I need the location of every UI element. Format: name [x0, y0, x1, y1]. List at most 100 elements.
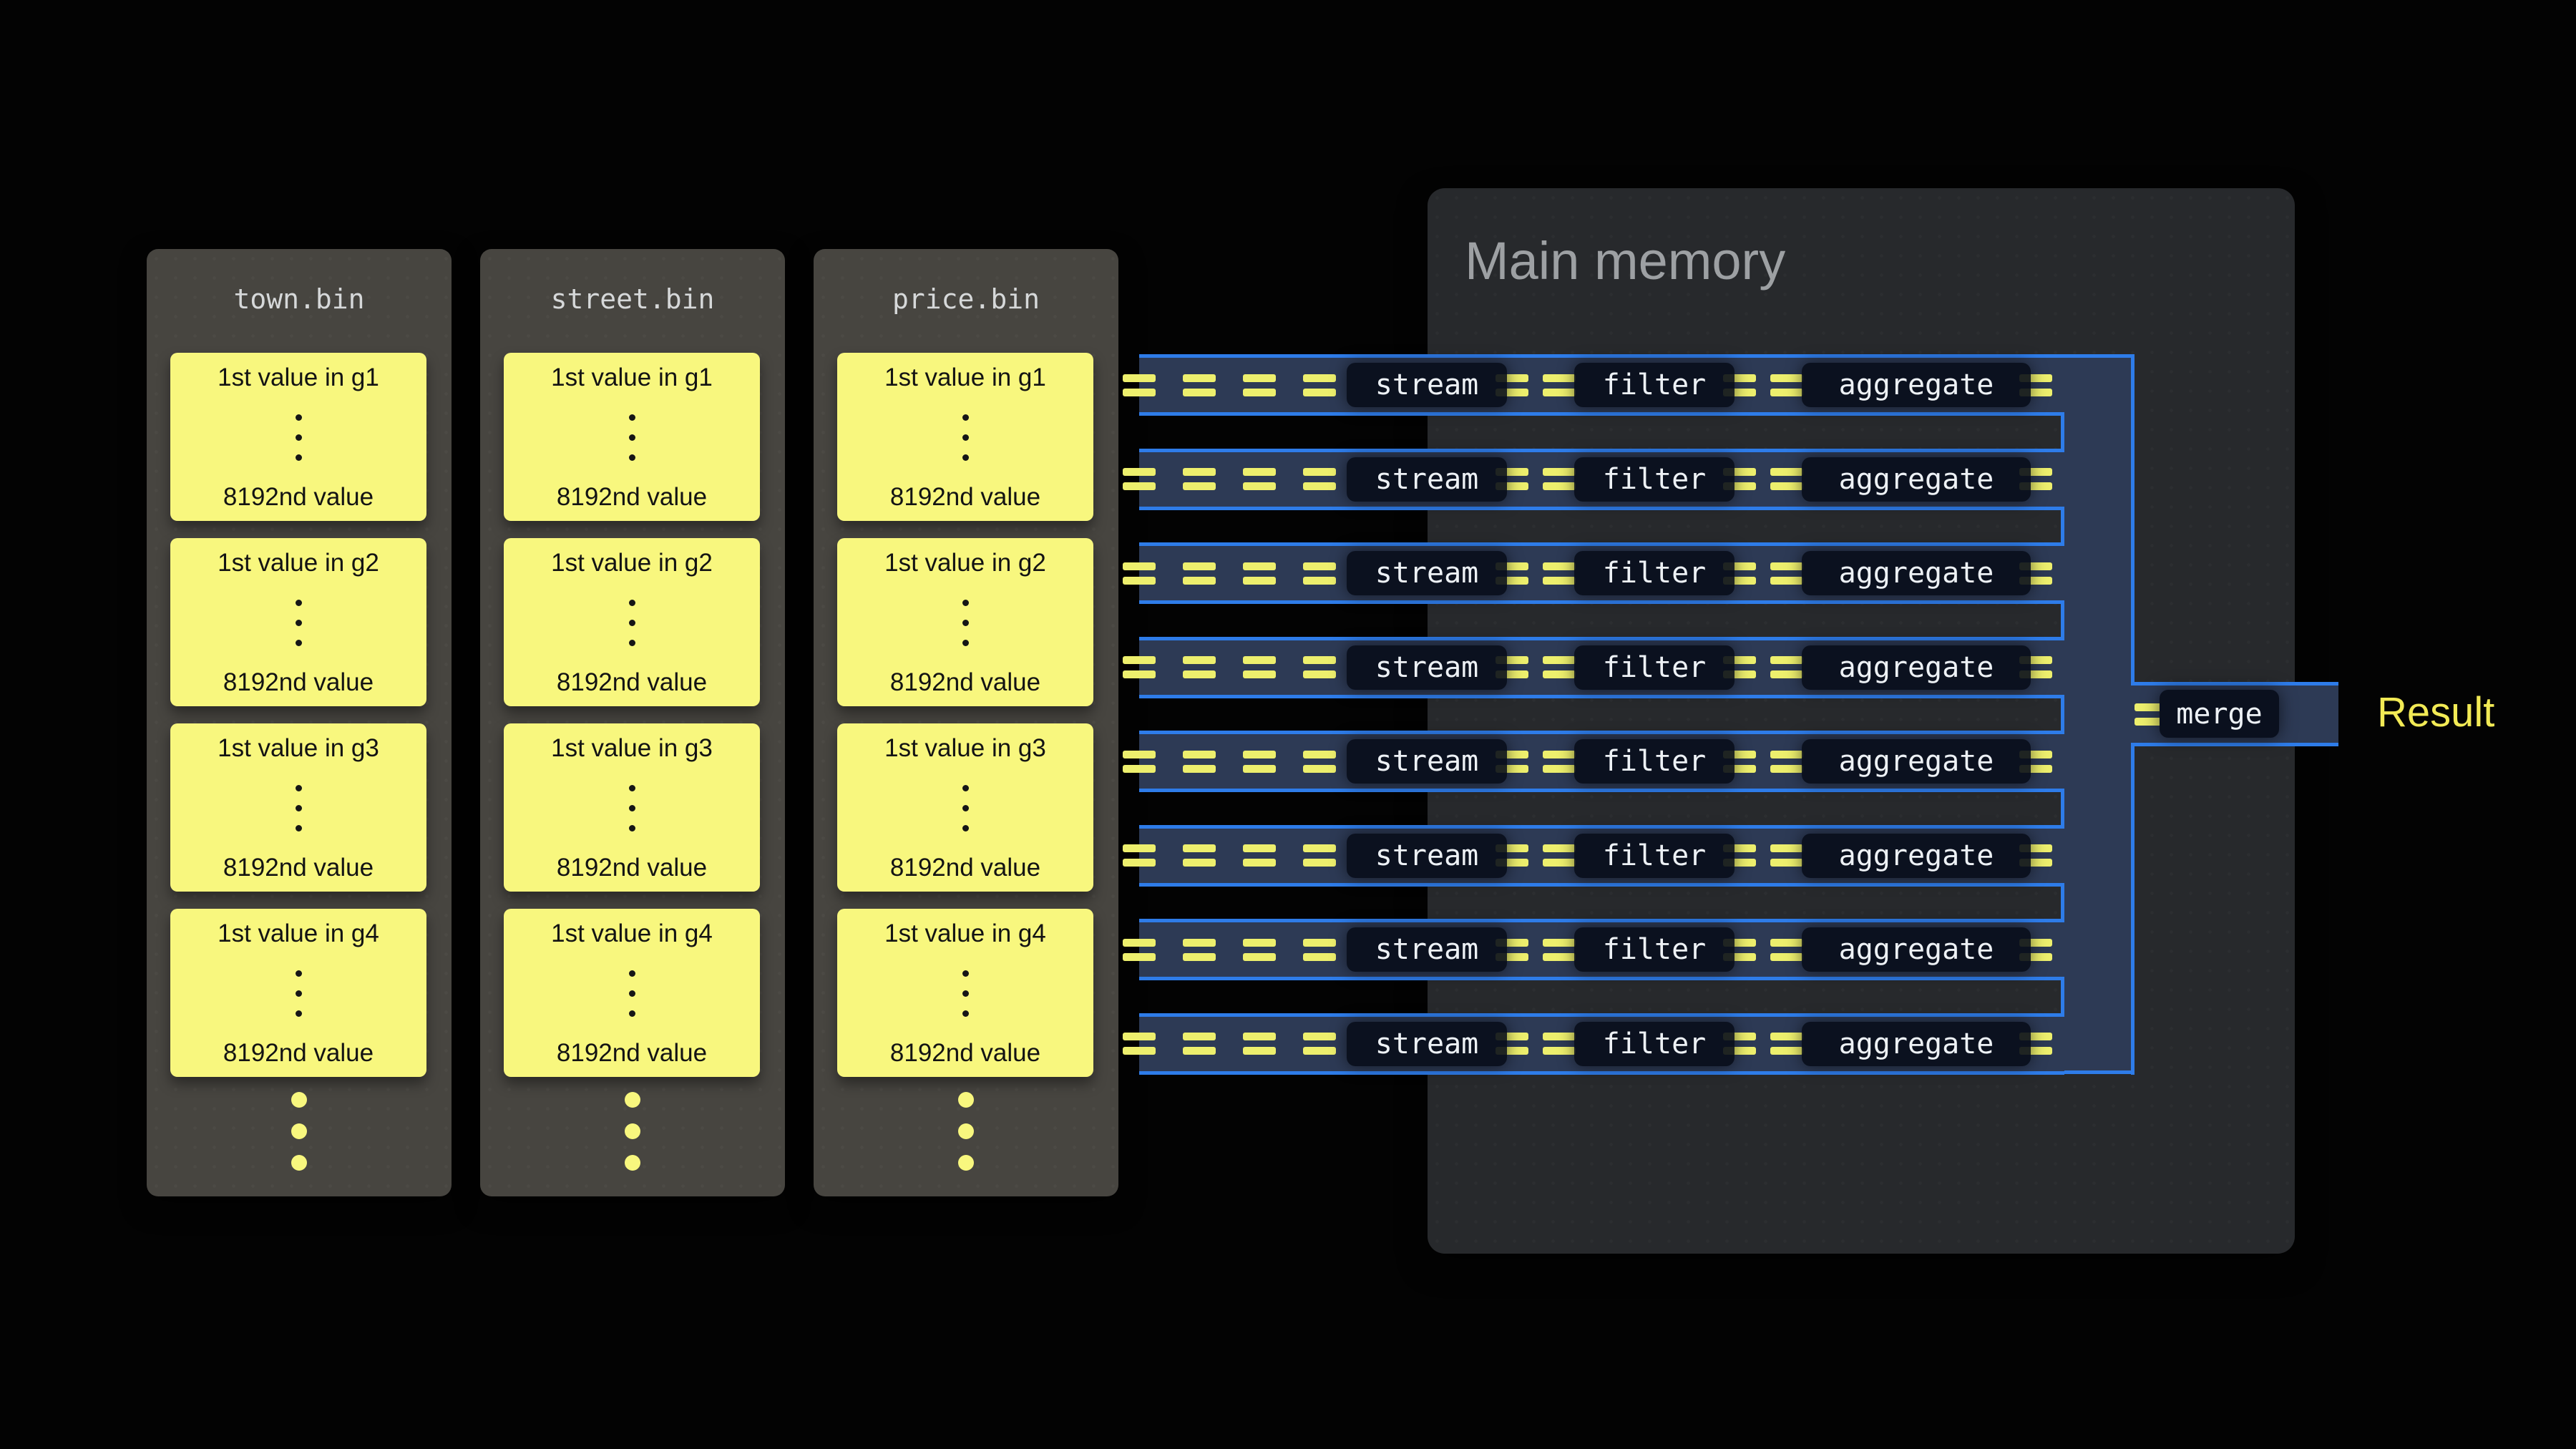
- stage-chip-stream: stream: [1347, 927, 1507, 972]
- chunk-equals-icon: [1543, 562, 1576, 585]
- stage-chip-stream: stream: [1347, 645, 1507, 690]
- pipeline-row-content: stream filter aggregate: [1123, 922, 2052, 977]
- block-ellipsis-icon: [296, 600, 302, 646]
- chunk-equals-icon: [1183, 468, 1216, 490]
- trunk-left-border: [2061, 789, 2064, 829]
- stage-chip-aggregate: aggregate: [1802, 363, 2031, 407]
- chunk-equals-icon: [1183, 656, 1216, 678]
- chunk-equals-icon: [1243, 468, 1276, 490]
- trunk-right-border: [2131, 354, 2135, 682]
- file-column-header: street.bin: [480, 249, 785, 349]
- chunk-equals-icon: [1303, 656, 1336, 678]
- value-block: 1st value in g38192nd value: [504, 723, 760, 892]
- stage-chip-filter: filter: [1574, 739, 1735, 784]
- trunk-left-border: [2061, 507, 2064, 547]
- block-last-value-label: 8192nd value: [557, 1040, 707, 1068]
- chunk-equals-icon: [1183, 844, 1216, 867]
- block-last-value-label: 8192nd value: [557, 484, 707, 512]
- pipeline-row: streamfilteraggregate: [1139, 637, 2064, 698]
- chunk-equals-icon: [1770, 656, 1803, 678]
- chunk-equals-icon: [1770, 844, 1803, 867]
- stage-chip-stream: stream: [1347, 551, 1507, 595]
- trunk-left-border: [2061, 695, 2064, 735]
- chunk-equals-icon: [1303, 939, 1336, 961]
- value-block: 1st value in g28192nd value: [504, 538, 760, 706]
- chunk-equals-icon: [1123, 844, 1156, 867]
- block-ellipsis-icon: [296, 414, 302, 461]
- chunk-equals-icon: [1183, 751, 1216, 773]
- block-last-value-label: 8192nd value: [223, 854, 374, 882]
- chunk-equals-icon: [1243, 751, 1276, 773]
- value-block: 1st value in g2 8192nd value: [170, 538, 426, 706]
- pipeline-row: streamfilteraggregate: [1139, 1013, 2064, 1075]
- trunk-left-border: [2061, 977, 2064, 1017]
- stage-chip-aggregate: aggregate: [1802, 457, 2031, 502]
- chunk-equals-icon: [1303, 562, 1336, 585]
- result-label: Result: [2377, 688, 2494, 737]
- block-first-value-label: 1st value in g2: [551, 550, 713, 577]
- chunk-equals-icon: [1303, 1033, 1336, 1055]
- value-block: 1st value in g48192nd value: [837, 909, 1093, 1077]
- chunk-equals-icon: [1243, 1033, 1276, 1055]
- block-last-value-label: 8192nd value: [223, 484, 374, 512]
- column-ellipsis-icon: [625, 1092, 640, 1171]
- chunk-equals-icon: [1123, 1033, 1156, 1055]
- stage-chip-aggregate: aggregate: [1802, 1022, 2031, 1066]
- stage-chip-stream: stream: [1347, 834, 1507, 878]
- chunk-equals-icon: [1183, 374, 1216, 396]
- chunk-equals-icon: [1543, 939, 1576, 961]
- file-column-header: town.bin: [147, 249, 452, 349]
- block-ellipsis-icon: [629, 970, 635, 1017]
- block-first-value-label: 1st value in g2: [218, 550, 379, 577]
- chunk-equals-icon: [1123, 939, 1156, 961]
- block-last-value-label: 8192nd value: [223, 1040, 374, 1068]
- block-first-value-label: 1st value in g4: [884, 920, 1046, 948]
- file-column-header: price.bin: [814, 249, 1118, 349]
- pipeline-row-content: stream filter aggregate: [1123, 546, 2052, 600]
- stage-chip-aggregate: aggregate: [1802, 927, 2031, 972]
- stage-chip-filter: filter: [1574, 363, 1735, 407]
- value-block: 1st value in g3 8192nd value: [837, 723, 1093, 892]
- stage-chip-filter: filter: [1574, 834, 1735, 878]
- chunk-equals-icon: [1770, 939, 1803, 961]
- block-ellipsis-icon: [962, 970, 969, 1017]
- stage-chip-stream: stream: [1347, 363, 1507, 407]
- value-block: 1st value in g48192nd value: [170, 909, 426, 1077]
- trunk-right-border: [2131, 746, 2135, 1075]
- column-ellipsis-icon: [958, 1092, 974, 1171]
- pipeline-row-content: stream filter aggregate: [1123, 358, 2052, 412]
- trunk-left-border: [2061, 600, 2064, 640]
- stage-chip-stream: stream: [1347, 1022, 1507, 1066]
- stage-chip-filter: filter: [1574, 551, 1735, 595]
- block-last-value-label: 8192nd value: [890, 669, 1040, 697]
- chunk-equals-icon: [1243, 939, 1276, 961]
- chunk-equals-icon: [1303, 751, 1336, 773]
- main-memory-title: Main memory: [1465, 230, 1785, 291]
- value-block: 1st value in g28192nd value: [837, 538, 1093, 706]
- stage-chip-aggregate: aggregate: [1802, 551, 2031, 595]
- block-ellipsis-icon: [962, 600, 969, 646]
- diagram-canvas: town.bin1st value in g18192nd value1st v…: [0, 0, 2576, 1449]
- block-first-value-label: 1st value in g1: [884, 364, 1046, 392]
- pipeline-row-content: streamfilteraggregate: [1123, 452, 2052, 507]
- trunk: [2064, 354, 2135, 1074]
- block-first-value-label: 1st value in g3: [218, 735, 379, 763]
- chunk-equals-icon: [1543, 468, 1576, 490]
- pipeline-row: stream filter aggregate: [1139, 542, 2064, 604]
- chunk-equals-icon: [1123, 468, 1156, 490]
- chunk-equals-icon: [1770, 562, 1803, 585]
- stage-chip-filter: filter: [1574, 927, 1735, 972]
- pipeline-row: streamfilteraggregate: [1139, 449, 2064, 510]
- chunk-equals-icon: [1303, 844, 1336, 867]
- chunk-equals-icon: [1543, 751, 1576, 773]
- trunk-left-border: [2061, 883, 2064, 923]
- chunk-equals-icon: [1243, 562, 1276, 585]
- block-last-value-label: 8192nd value: [890, 854, 1040, 882]
- chunk-equals-icon: [1303, 374, 1336, 396]
- block-last-value-label: 8192nd value: [223, 669, 374, 697]
- block-ellipsis-icon: [629, 785, 635, 831]
- pipeline-row: streamfilteraggregate: [1139, 825, 2064, 887]
- block-ellipsis-icon: [629, 600, 635, 646]
- block-first-value-label: 1st value in g3: [884, 735, 1046, 763]
- stage-chip-filter: filter: [1574, 645, 1735, 690]
